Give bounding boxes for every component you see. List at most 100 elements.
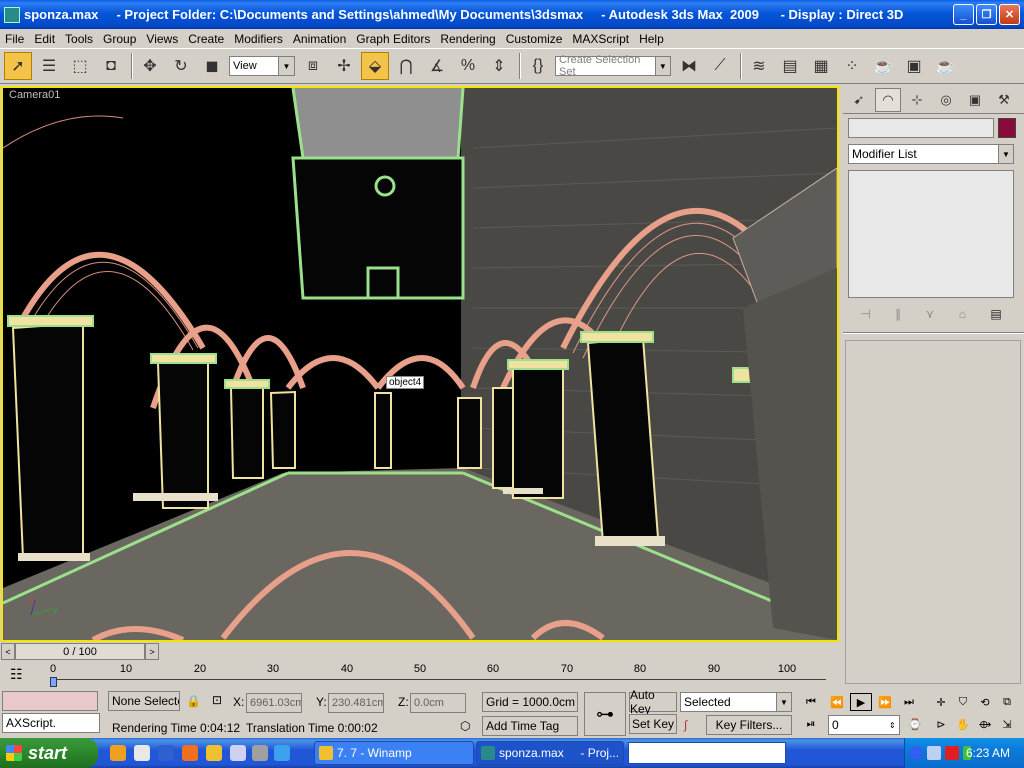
time-slider-thumb[interactable]: 0 / 100 [15, 643, 145, 660]
percent-snap-icon[interactable]: % [454, 52, 482, 80]
menu-rendering[interactable]: Rendering [435, 32, 500, 46]
zoom-extents-icon[interactable]: ⟲ [974, 693, 996, 711]
select-manipulate-icon[interactable]: ✢ [330, 52, 358, 80]
set-key-button[interactable]: Set Key [629, 714, 677, 734]
window-crossing-icon[interactable]: ◘ [97, 52, 125, 80]
key-filters-button[interactable]: Key Filters... [706, 715, 792, 735]
mirror-icon[interactable]: ⧓ [675, 52, 703, 80]
curve-editor-icon[interactable]: ▤ [776, 52, 804, 80]
modifier-list-select[interactable]: Modifier List ▼ [848, 144, 1014, 164]
spinner-snap-icon[interactable]: ⇕ [485, 52, 513, 80]
rotate-icon[interactable]: ↻ [167, 52, 195, 80]
y-coordinate-field[interactable]: 230.481cm [328, 693, 384, 713]
named-selection-set-select[interactable]: Create Selection Set ▼ [555, 54, 671, 78]
configure-modifier-sets-icon[interactable]: ▤ [990, 307, 1001, 321]
quick-render-icon[interactable]: ☕ [931, 52, 959, 80]
menu-file[interactable]: File [0, 32, 29, 46]
current-frame-spinner[interactable]: 0 ⇕ [828, 715, 900, 735]
remove-modifier-icon[interactable]: ⌂ [959, 307, 966, 321]
internet-explorer-icon[interactable] [274, 745, 290, 761]
track-bar[interactable]: ☷ 0 10 20 30 40 50 60 70 80 90 100 [0, 662, 843, 688]
media-player-icon[interactable] [158, 745, 174, 761]
zoom-extents-all-icon[interactable]: ⧉ [996, 693, 1018, 711]
selection-region-icon[interactable]: ⬚ [66, 52, 94, 80]
zoom-all-icon[interactable]: ⛉ [952, 693, 974, 711]
pan-icon[interactable]: ✋ [952, 715, 974, 733]
create-tab-icon[interactable]: ➹ [846, 88, 872, 112]
field-of-view-icon[interactable]: ⊳ [930, 715, 952, 733]
close-button[interactable]: ✕ [999, 4, 1020, 25]
align-icon[interactable]: ⟋ [706, 52, 734, 80]
selection-lock-icon[interactable]: 🔒 [186, 694, 201, 708]
menu-customize[interactable]: Customize [501, 32, 568, 46]
chevron-down-icon[interactable]: ▼ [278, 57, 294, 75]
winamp-quicklaunch-icon[interactable] [206, 745, 222, 761]
menu-group[interactable]: Group [98, 32, 141, 46]
go-to-start-icon[interactable]: ⏮ [800, 693, 822, 711]
schematic-view-icon[interactable]: ▦ [807, 52, 835, 80]
maximize-viewport-icon[interactable]: ⇲ [996, 715, 1018, 733]
menu-edit[interactable]: Edit [29, 32, 60, 46]
edit-named-selection-icon[interactable]: {} [524, 52, 552, 80]
track-ruler[interactable] [52, 679, 826, 687]
pin-stack-icon[interactable]: ⊣ [860, 307, 870, 321]
time-configuration-icon[interactable]: ⌚ [904, 715, 926, 733]
start-button[interactable]: start [0, 738, 98, 768]
menu-animation[interactable]: Animation [288, 32, 351, 46]
select-object-icon[interactable]: ➚ [4, 52, 32, 80]
add-time-tag-button[interactable]: Add Time Tag [482, 716, 578, 736]
taskbar-item-3dsmax[interactable]: sponza.max - Proj... [476, 741, 624, 765]
default-in-out-tangent-icon[interactable]: ∫ [684, 718, 687, 732]
viewport-label[interactable]: Camera01 [9, 89, 60, 101]
chevron-down-icon[interactable]: ▼ [998, 145, 1013, 163]
rendered-frame-window-icon[interactable]: ▣ [900, 52, 928, 80]
orbit-icon[interactable]: ⟴ [974, 715, 996, 733]
time-slider-prev-button[interactable]: < [1, 643, 15, 660]
modify-tab-icon[interactable]: ◠ [875, 87, 901, 112]
pivot-center-icon[interactable]: ⧈ [299, 52, 327, 80]
key-mode-toggle-icon[interactable]: ⏯ [800, 715, 822, 733]
next-frame-icon[interactable]: ⏩ [874, 693, 896, 711]
go-to-end-icon[interactable]: ⏭ [898, 693, 920, 711]
chevron-down-icon[interactable]: ▼ [776, 693, 791, 711]
zoom-icon[interactable]: ✛ [930, 693, 952, 711]
show-desktop-icon[interactable] [230, 745, 246, 761]
chrome-icon[interactable] [134, 745, 150, 761]
menu-help[interactable]: Help [634, 32, 669, 46]
current-frame-marker[interactable] [50, 677, 57, 687]
chevron-down-icon[interactable]: ▼ [654, 57, 670, 75]
maxscript-mini-listener[interactable]: AXScript. [2, 713, 100, 733]
material-editor-icon[interactable]: ⁘ [838, 52, 866, 80]
reference-coord-select[interactable]: View ▼ [229, 56, 295, 76]
folder-icon[interactable] [252, 745, 268, 761]
mini-curve-editor-icon[interactable]: ☷ [10, 666, 23, 683]
menu-create[interactable]: Create [183, 32, 229, 46]
maximize-button[interactable]: ❐ [976, 4, 997, 25]
display-tab-icon[interactable]: ▣ [962, 88, 988, 112]
utilities-tab-icon[interactable]: ⚒ [991, 88, 1017, 112]
taskbar-item-winamp[interactable]: 7. 7 - Winamp [314, 741, 474, 765]
z-coordinate-field[interactable]: 0.0cm [410, 693, 466, 713]
keyboard-shortcut-toggle-icon[interactable]: ⬙ [361, 52, 389, 80]
menu-tools[interactable]: Tools [60, 32, 98, 46]
scale-icon[interactable]: ◼ [198, 52, 226, 80]
absolute-mode-icon[interactable]: ⊡ [212, 693, 222, 707]
network-icon[interactable] [927, 746, 941, 760]
firefox-icon[interactable] [110, 745, 126, 761]
spinner-arrows-icon[interactable]: ⇕ [889, 721, 899, 730]
modifier-stack[interactable] [848, 170, 1014, 298]
security-icon[interactable] [945, 746, 959, 760]
move-icon[interactable]: ✥ [136, 52, 164, 80]
layer-manager-icon[interactable]: ≋ [745, 52, 773, 80]
x-coordinate-field[interactable]: 6961.03cm [246, 693, 302, 713]
menu-modifiers[interactable]: Modifiers [229, 32, 288, 46]
minimize-button[interactable]: _ [953, 4, 974, 25]
play-icon[interactable]: ▶ [850, 693, 872, 711]
menu-maxscript[interactable]: MAXScript [567, 32, 634, 46]
camera-viewport[interactable]: x y Camera01 object4 [1, 86, 839, 642]
key-mode-select[interactable]: Selected ▼ [680, 692, 792, 712]
maxscript-listener-top[interactable] [2, 691, 98, 711]
object-name-input[interactable] [848, 118, 994, 138]
show-end-result-icon[interactable]: ∥ [895, 307, 901, 321]
taskbar-search-input[interactable] [628, 742, 786, 764]
